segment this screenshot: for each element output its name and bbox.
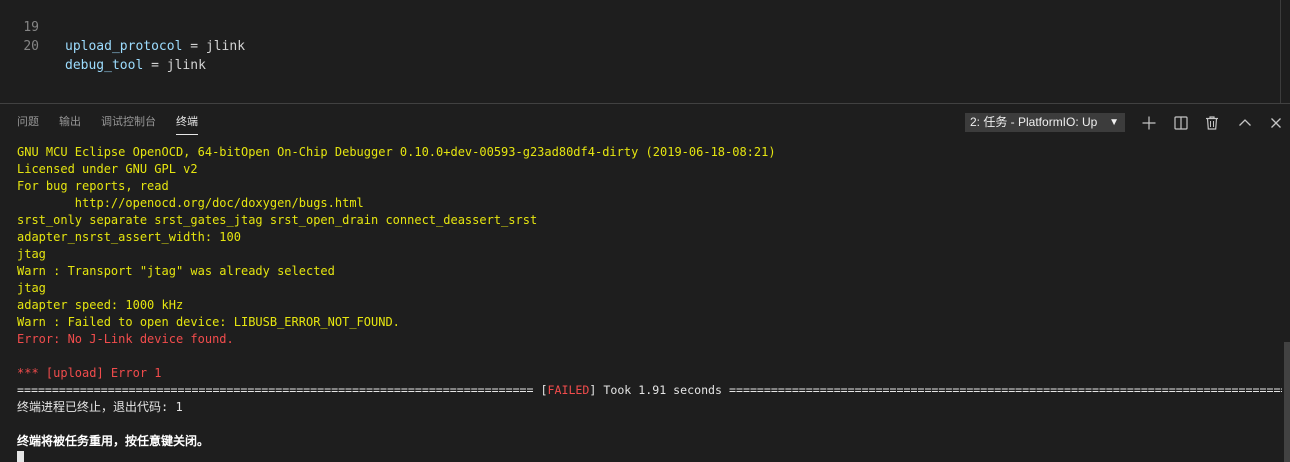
split-icon [1174, 116, 1188, 130]
tab-problems[interactable]: 问题 [17, 115, 39, 129]
config-value: jlink [166, 58, 206, 73]
terminal-line: Warn : Failed to open device: LIBUSB_ERR… [17, 315, 400, 329]
editor-scrollbar[interactable] [1280, 0, 1281, 103]
plus-icon [1142, 116, 1156, 130]
terminal-exit-line: 终端进程已终止，退出代码: 1 [17, 400, 183, 414]
summary-rule-left: ========================================… [17, 383, 534, 397]
terminal-summary-line: ========================================… [17, 382, 1282, 399]
config-operator: = [182, 39, 206, 54]
terminal-error-line: Error: No J-Link device found. [17, 332, 234, 346]
summary-status: FAILED [547, 383, 590, 397]
chevron-down-icon: ▼ [1109, 117, 1119, 128]
trash-icon [1206, 116, 1218, 130]
terminal-reuse-line: 终端将被任务重用，按任意键关闭。 [17, 434, 210, 448]
terminal-line: For bug reports, read [17, 179, 169, 193]
terminal-line: http://openocd.org/doc/doxygen/bugs.html [17, 196, 364, 210]
editor-line[interactable]: 19 upload_protocol = jlink [0, 0, 245, 54]
terminal-error-line: *** [upload] Error 1 [17, 366, 162, 380]
terminal-line: GNU MCU Eclipse OpenOCD, 64-bitOpen On-C… [17, 145, 776, 159]
bottom-panel: 问题 输出 调试控制台 终端 2: 任务 - PlatformIO: Up ▼ [0, 103, 1290, 462]
close-panel-button[interactable] [1266, 113, 1286, 133]
terminal-select[interactable]: 2: 任务 - PlatformIO: Up ▼ [965, 113, 1125, 132]
close-icon [1271, 118, 1281, 128]
split-terminal-button[interactable] [1171, 113, 1191, 133]
config-value: jlink [205, 39, 246, 54]
terminal-line: adapter_nsrst_assert_width: 100 [17, 230, 241, 244]
code-editor[interactable]: 19 upload_protocol = jlink 20 debug_tool… [0, 0, 1290, 103]
new-terminal-button[interactable] [1139, 113, 1159, 133]
terminal-line: Licensed under GNU GPL v2 [17, 162, 198, 176]
terminal-line: Warn : Transport "jtag" was already sele… [17, 264, 335, 278]
terminal-scrollbar-thumb[interactable] [1284, 342, 1290, 462]
editor-line[interactable]: 20 debug_tool = jlink [0, 18, 206, 73]
terminal-line: adapter speed: 1000 kHz [17, 298, 184, 312]
tab-output[interactable]: 输出 [59, 115, 81, 129]
config-operator: = [143, 58, 167, 73]
terminal-select-value: 2: 任务 - PlatformIO: Up [970, 115, 1098, 129]
terminal-cursor [17, 451, 24, 462]
kill-terminal-button[interactable] [1202, 113, 1222, 133]
maximize-panel-button[interactable] [1235, 113, 1255, 133]
tab-debug-console[interactable]: 调试控制台 [101, 115, 156, 129]
line-number: 20 [23, 39, 39, 54]
config-key: debug_tool [65, 58, 144, 73]
summary-rule-right: ========================================… [729, 383, 1282, 397]
terminal-line: srst_only separate srst_gates_jtag srst_… [17, 213, 538, 227]
summary-duration: Took 1.91 seconds [596, 383, 729, 397]
terminal-output[interactable]: GNU MCU Eclipse OpenOCD, 64-bitOpen On-C… [0, 144, 1282, 462]
summary-bracket: [ [533, 383, 548, 397]
chevron-up-icon [1239, 119, 1251, 126]
config-key: upload_protocol [65, 39, 183, 54]
terminal-line: jtag [17, 281, 46, 295]
terminal-line: jtag [17, 247, 46, 261]
tab-terminal[interactable]: 终端 [176, 115, 198, 135]
